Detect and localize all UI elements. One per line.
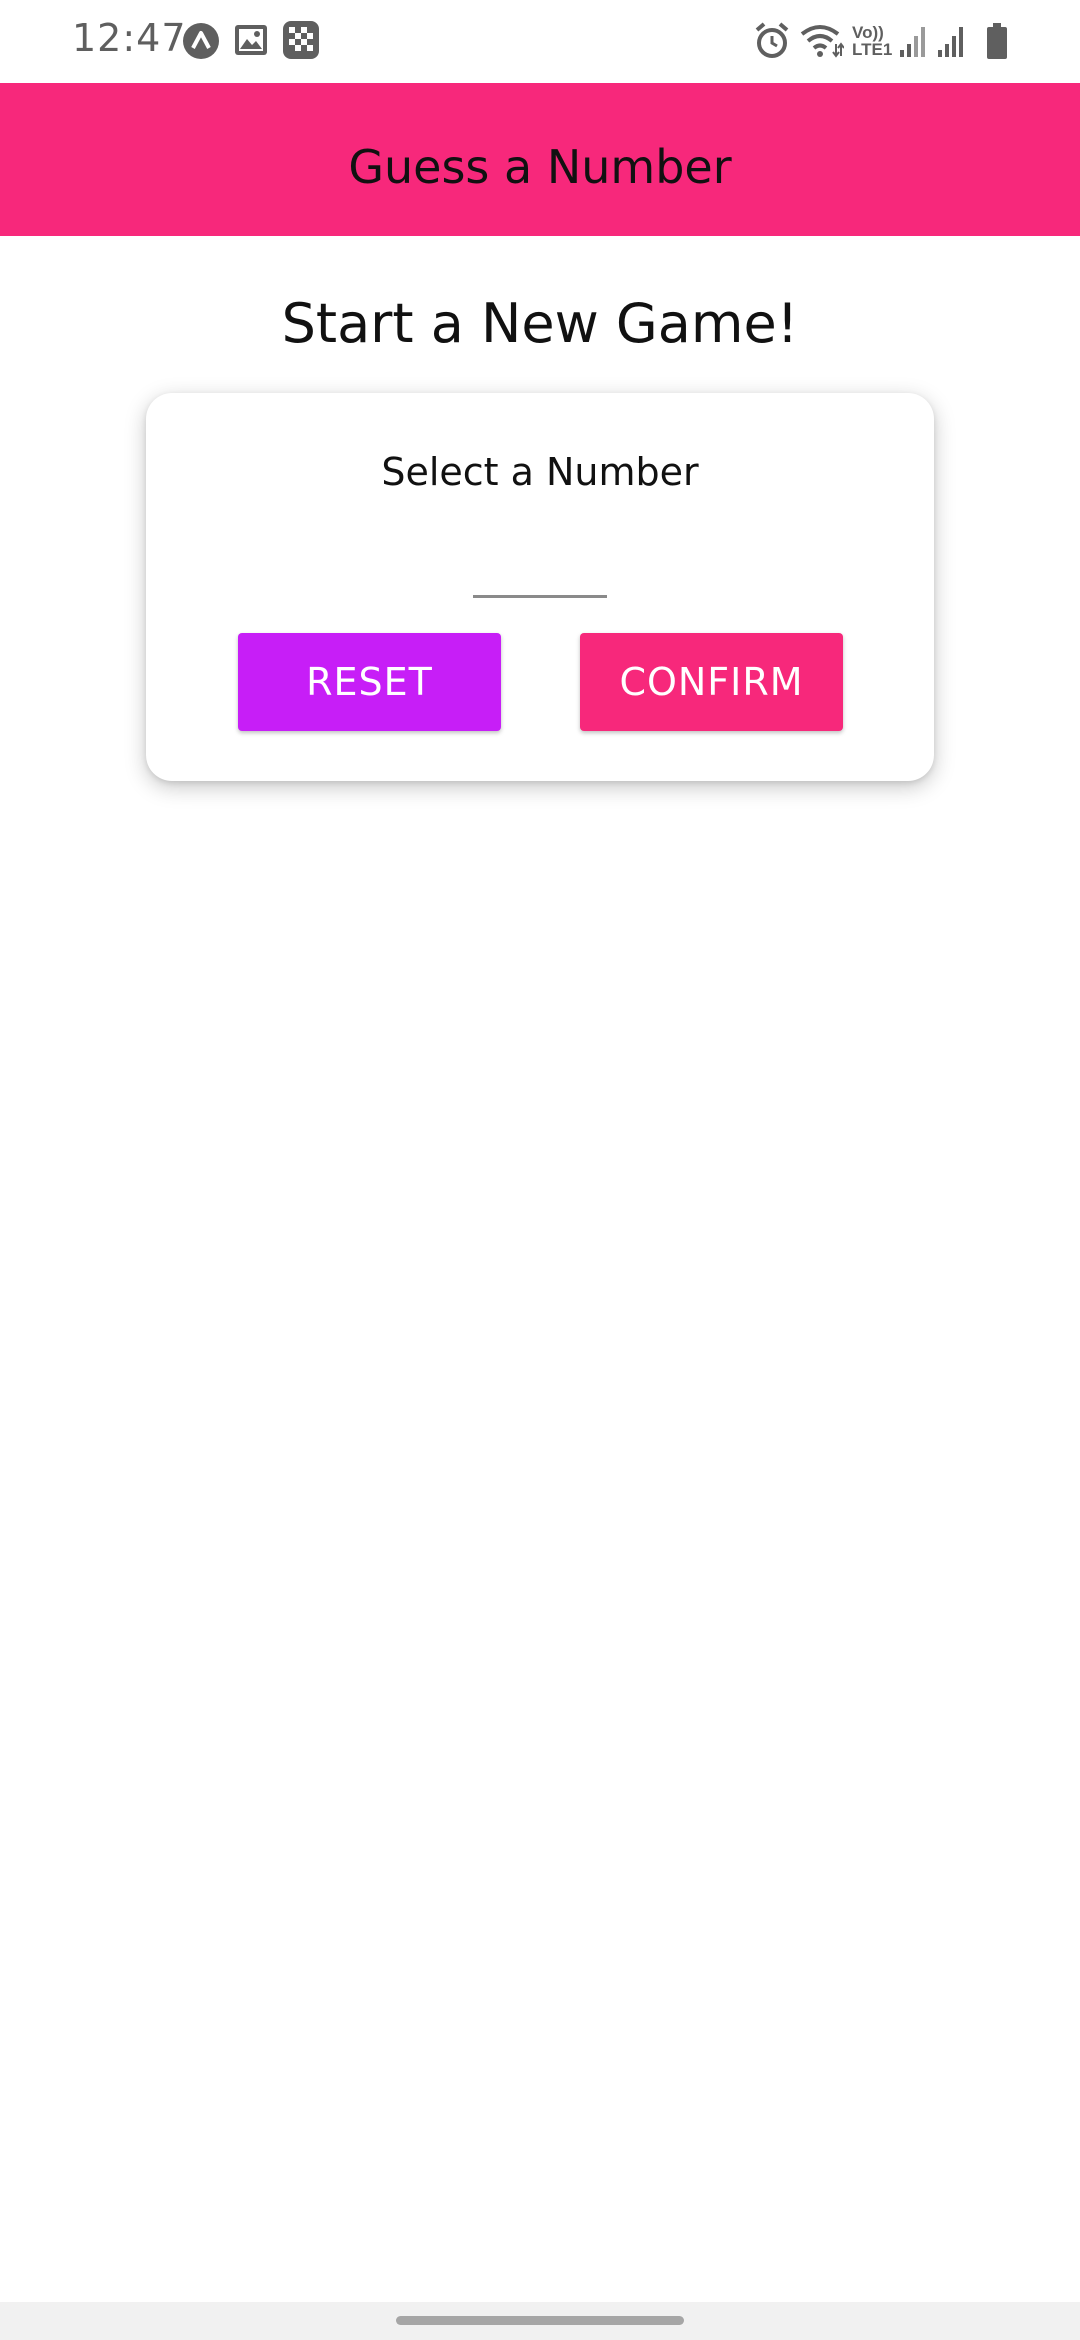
lte-indicator: Vo)) LTE1 xyxy=(852,24,892,58)
input-card: Select a Number RESET CONFIRM xyxy=(146,393,934,781)
lte-label: LTE1 xyxy=(852,40,893,59)
battery-icon xyxy=(986,22,1008,60)
wifi-icon xyxy=(800,24,844,58)
home-indicator[interactable] xyxy=(396,2316,684,2325)
grid-app-icon xyxy=(282,20,320,60)
app-title: Guess a Number xyxy=(348,139,732,194)
app-header: Guess a Number xyxy=(0,83,1080,236)
screen-title: Start a New Game! xyxy=(281,292,799,355)
select-number-label: Select a Number xyxy=(381,450,699,494)
nav-arrow-icon xyxy=(182,22,220,60)
number-input[interactable] xyxy=(473,543,607,598)
signal-icon xyxy=(898,24,928,58)
status-bar: 12:47 Vo)) LTE1 xyxy=(0,0,1080,83)
nav-bar xyxy=(0,2302,1080,2340)
signal-icon xyxy=(936,24,966,58)
image-icon xyxy=(234,24,268,56)
status-time: 12:47 xyxy=(72,16,187,60)
alarm-icon xyxy=(754,22,790,60)
reset-button[interactable]: RESET xyxy=(238,633,501,731)
volte-label: Vo)) xyxy=(852,23,884,42)
confirm-button[interactable]: CONFIRM xyxy=(580,633,843,731)
